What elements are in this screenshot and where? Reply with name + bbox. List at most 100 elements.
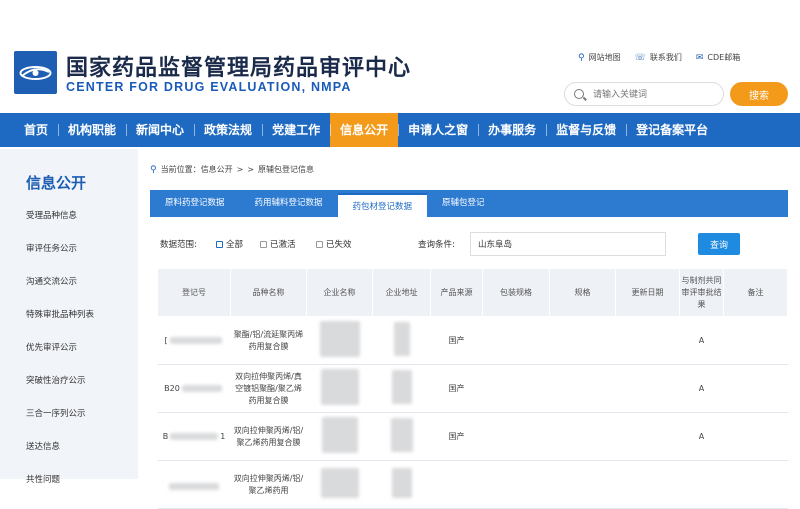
package-cell (482, 316, 550, 365)
result-cell: A (679, 364, 724, 413)
col-reg-no: 登记号 (157, 268, 231, 317)
sidebar-item-common-issues[interactable]: 共性问题 (26, 473, 94, 506)
option-active[interactable]: 已激活 (260, 238, 296, 250)
source-cell: 国产 (430, 412, 483, 461)
redacted-value (169, 337, 222, 344)
sidebar-title: 信息公开 (26, 174, 87, 192)
sidebar-item-special-approval[interactable]: 特殊审批品种列表 (26, 308, 94, 341)
col-product-name: 品种名称 (230, 268, 307, 317)
sidebar-item-breakthrough[interactable]: 突破性治疗公示 (26, 374, 94, 407)
table-row[interactable]: 双向拉伸聚丙烯/铝/聚乙烯药用 (157, 460, 788, 509)
reg-no-cell: [ (157, 316, 231, 365)
nav-applicant[interactable]: 申请人之窗 (398, 113, 478, 147)
col-spec: 规格 (549, 268, 616, 317)
breadcrumb-sep: > (236, 165, 244, 174)
search-icon (574, 89, 584, 99)
reg-no-cell: B1 (157, 412, 231, 461)
checkbox-icon (316, 240, 323, 248)
redacted-value (390, 417, 413, 452)
col-review-result: 与制剂共同审评审批结果 (679, 268, 724, 317)
search-box (564, 82, 724, 106)
sidebar-item-accepted[interactable]: 受理品种信息 (26, 209, 94, 242)
redacted-value (320, 368, 359, 405)
search-input[interactable] (593, 87, 713, 103)
mail-link[interactable]: ✉ CDE邮箱 (696, 52, 740, 63)
col-package: 包装规格 (482, 268, 550, 317)
spec-cell (549, 460, 616, 509)
phone-icon: ☏ (634, 52, 646, 63)
results-table: 登记号 品种名称 企业名称 企业地址 产品来源 包装规格 规格 更新日期 与制剂… (157, 268, 788, 509)
query-button[interactable]: 查询 (698, 233, 740, 255)
product-name-cell: 双向拉伸聚丙烯/铝/聚乙烯药用 (230, 460, 307, 509)
cde-logo[interactable] (14, 51, 57, 94)
contact-link[interactable]: ☏ 联系我们 (635, 52, 682, 63)
company-address-cell (372, 412, 431, 461)
col-company-name: 企业名称 (306, 268, 373, 317)
update-date-cell (615, 316, 680, 365)
package-cell (482, 364, 550, 413)
query-label: 查询条件: (418, 240, 455, 250)
company-address-cell (372, 364, 431, 413)
search-button[interactable]: 搜索 (730, 82, 788, 106)
sidebar-item-priority-review[interactable]: 优先审评公示 (26, 341, 94, 374)
result-cell: A (679, 412, 724, 461)
nav-registration[interactable]: 登记备案平台 (626, 113, 718, 147)
redacted-value (169, 483, 219, 490)
spec-cell (549, 364, 616, 413)
table-row[interactable]: B1 双向拉伸聚丙烯/铝/聚乙烯药用复合膜 国产 A (157, 412, 788, 461)
tab-api-data[interactable]: 原料药登记数据 (150, 190, 240, 217)
source-cell: 国产 (430, 364, 483, 413)
nav-home[interactable]: 首页 (14, 113, 58, 147)
result-cell (679, 460, 724, 509)
redacted-value (391, 369, 412, 404)
option-expired[interactable]: 已失效 (316, 238, 352, 250)
site-header: 国家药品监督管理局药品审评中心 CENTER FOR DRUG EVALUATI… (0, 0, 800, 113)
sidebar-item-three-in-one[interactable]: 三合一序列公示 (26, 407, 94, 440)
redacted-value (393, 321, 410, 356)
checkbox-icon (260, 240, 267, 248)
nav-policy[interactable]: 政策法规 (194, 113, 262, 147)
sidebar-item-review-tasks[interactable]: 审评任务公示 (26, 242, 94, 275)
redacted-value (319, 320, 360, 357)
reg-no-cell (157, 460, 231, 509)
package-cell (482, 412, 550, 461)
data-tabs: 原料药登记数据 药用辅料登记数据 药包材登记数据 原辅包登记 (150, 190, 788, 217)
redacted-value (320, 467, 359, 498)
query-input[interactable] (470, 232, 666, 256)
tab-packaging-data[interactable]: 药包材登记数据 (337, 193, 428, 217)
company-name-cell (306, 412, 373, 461)
nav-organization[interactable]: 机构职能 (58, 113, 126, 147)
product-name-cell: 聚酯/铝/流延聚丙烯药用复合膜 (230, 316, 307, 365)
sidebar-menu: 受理品种信息 审评任务公示 沟通交流公示 特殊审批品种列表 优先审评公示 突破性… (26, 209, 94, 506)
table-row[interactable]: B20 双向拉伸聚丙烯/真空镀铝聚酯/聚乙烯药用复合膜 国产 A (157, 364, 788, 413)
tab-excipient-data[interactable]: 药用辅料登记数据 (240, 190, 338, 217)
remark-cell (723, 316, 788, 365)
redacted-value (181, 385, 222, 392)
col-company-address: 企业地址 (372, 268, 431, 317)
breadcrumb-item[interactable]: 当前位置：信息公开 (161, 164, 233, 175)
nav-feedback[interactable]: 监督与反馈 (546, 113, 626, 147)
result-cell: A (679, 316, 724, 365)
tab-registration[interactable]: 原辅包登记 (427, 190, 500, 217)
nav-services[interactable]: 办事服务 (478, 113, 546, 147)
sidebar: 信息公开 受理品种信息 审评任务公示 沟通交流公示 特殊审批品种列表 优先审评公… (0, 149, 138, 485)
option-all[interactable]: 全部 (216, 238, 243, 250)
sitemap-link[interactable]: ⚲ 网站地图 (578, 52, 621, 63)
nav-info-disclosure[interactable]: 信息公开 (330, 113, 399, 147)
col-update-date: 更新日期 (615, 268, 680, 317)
nav-news[interactable]: 新闻中心 (126, 113, 194, 147)
product-name-cell: 双向拉伸聚丙烯/真空镀铝聚酯/聚乙烯药用复合膜 (230, 364, 307, 413)
breadcrumb: ⚲ 当前位置：信息公开 > > 原辅包登记信息 (150, 164, 314, 175)
range-label: 数据范围: (160, 240, 197, 250)
sidebar-item-communication[interactable]: 沟通交流公示 (26, 275, 94, 308)
nav-party[interactable]: 党建工作 (262, 113, 330, 147)
redacted-value (321, 416, 358, 453)
company-name-cell (306, 364, 373, 413)
sidebar-item-delivery[interactable]: 送达信息 (26, 440, 94, 473)
product-name-cell: 双向拉伸聚丙烯/铝/聚乙烯药用复合膜 (230, 412, 307, 461)
update-date-cell (615, 364, 680, 413)
filter-bar: 数据范围: 全部 已激活 已失效 查询条件: 查询 (160, 232, 788, 256)
mail-icon: ✉ (695, 52, 704, 63)
table-row[interactable]: [ 聚酯/铝/流延聚丙烯药用复合膜 国产 A (157, 316, 788, 365)
redacted-value (170, 433, 219, 440)
